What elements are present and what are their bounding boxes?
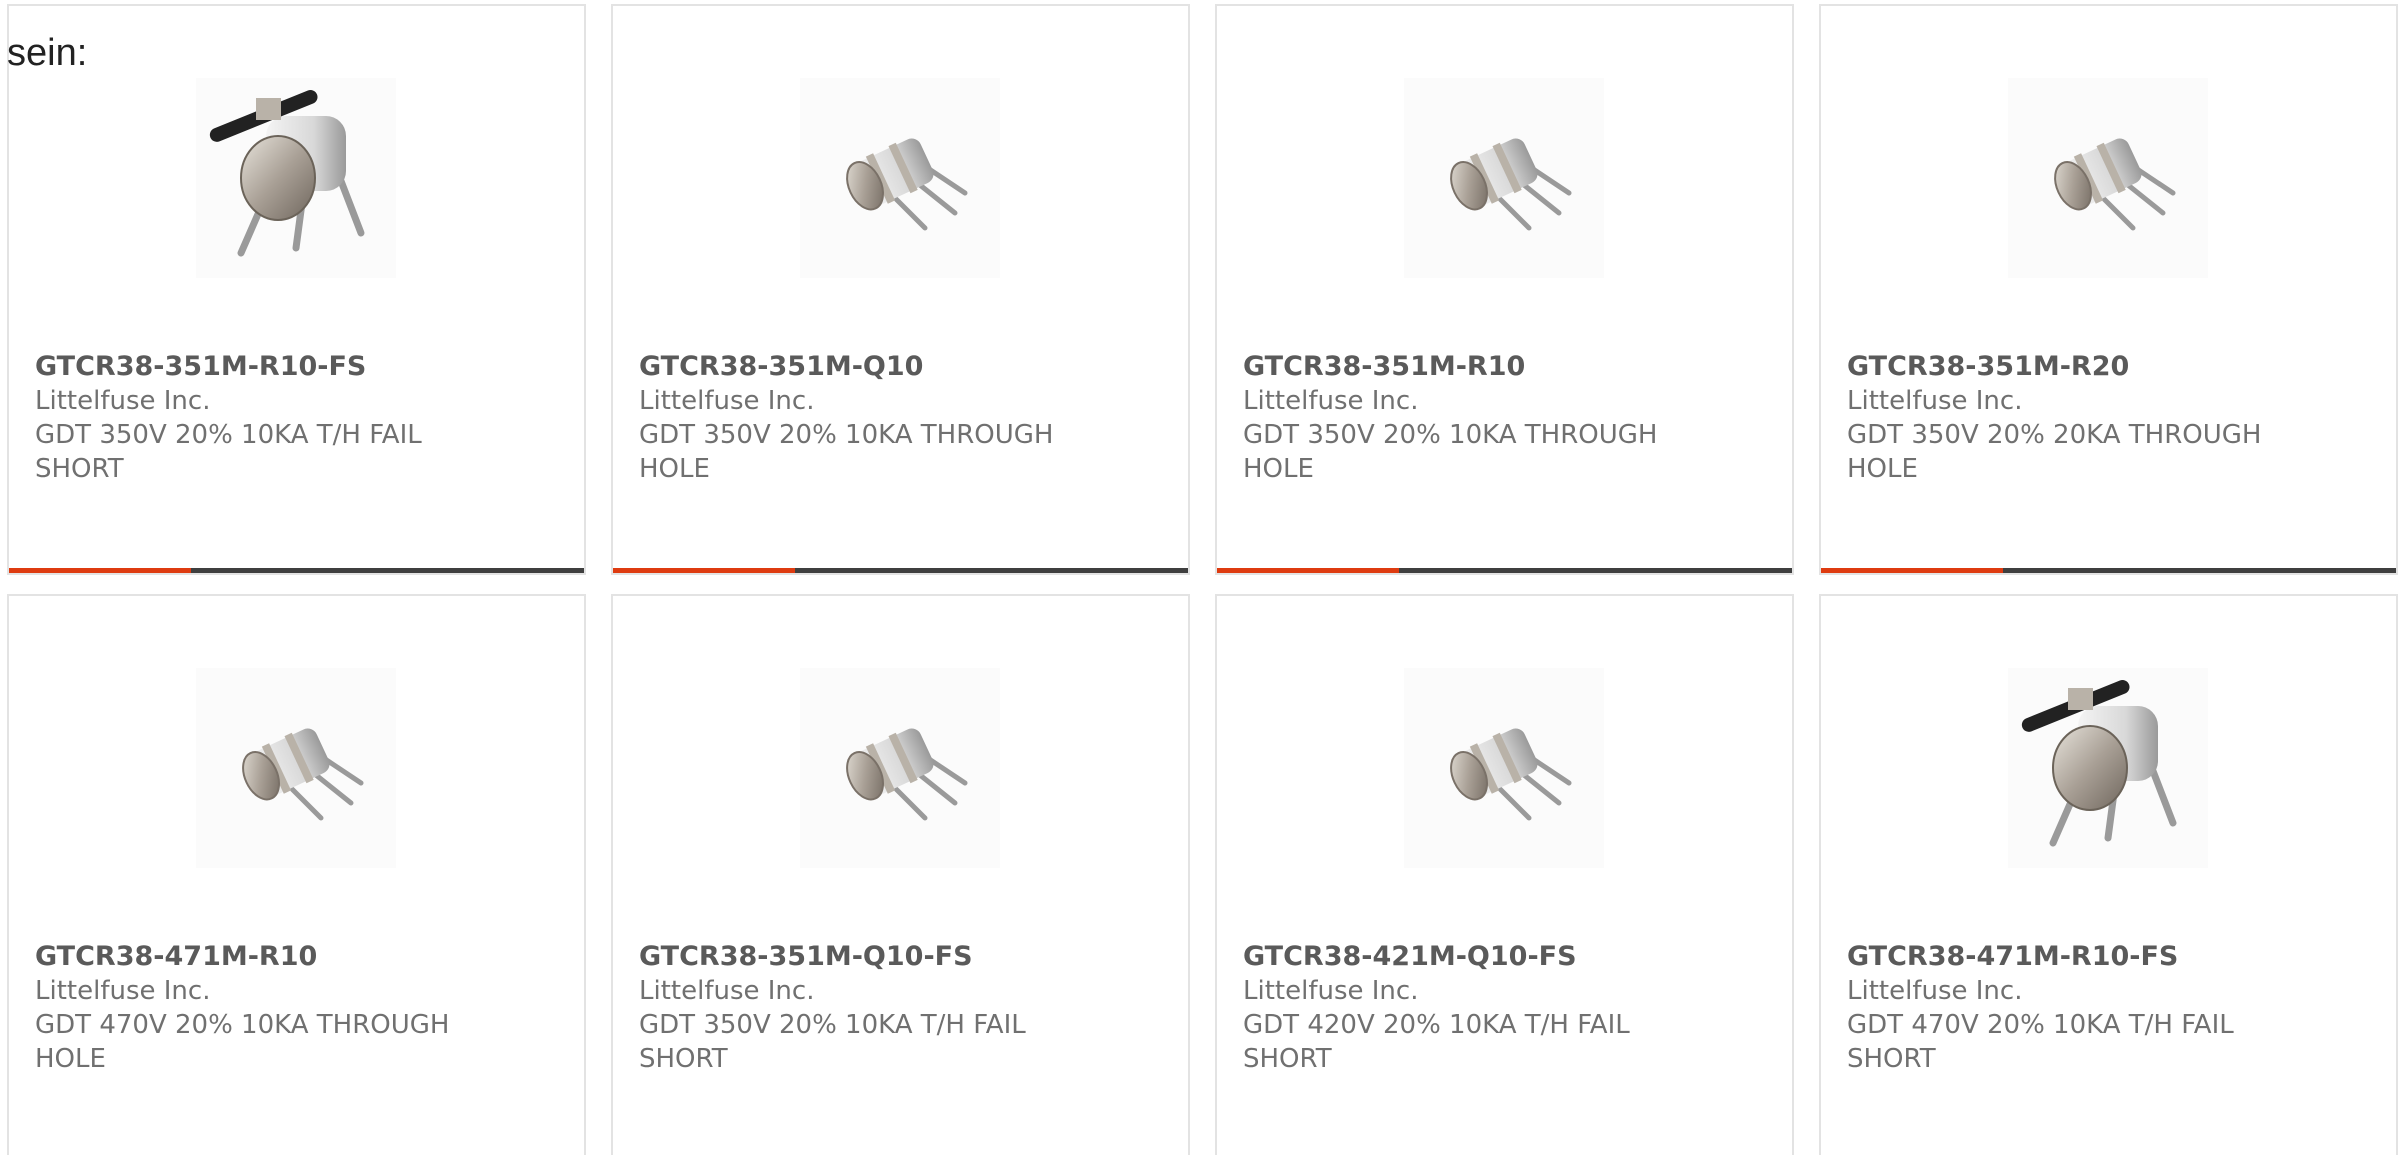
product-card[interactable]: GTCR38-471M-R10-FS Littelfuse Inc. GDT 4… [1819,594,2398,1155]
manufacturer: Littelfuse Inc. [1847,386,2023,416]
card-bottom-bar [1217,568,1792,573]
part-number-link[interactable]: GTCR38-471M-R10 [35,940,455,974]
description-line-1: GDT 470V 20% 10KA THROUGH [35,1010,450,1040]
product-card[interactable]: GTCR38-471M-R10 Littelfuse Inc. GDT 470V… [7,594,586,1155]
description-line-2: SHORT [639,1044,728,1074]
card-accent [1821,568,2003,573]
card-bottom-bar [1821,568,2396,573]
description-line-1: GDT 470V 20% 10KA T/H FAIL [1847,1010,2234,1040]
part-number-link[interactable]: GTCR38-351M-R10 [1243,350,1663,384]
product-card[interactable]: GTCR38-351M-R10 Littelfuse Inc. GDT 350V… [1215,4,1794,575]
description-line-2: HOLE [35,1044,106,1074]
intro-text: sein: [7,32,88,74]
product-text: GTCR38-351M-R10 Littelfuse Inc. GDT 350V… [1243,350,1663,486]
description-line-2: HOLE [1243,454,1314,484]
gdt-image[interactable] [196,668,396,868]
part-number-link[interactable]: GTCR38-421M-Q10-FS [1243,940,1663,974]
description-line-1: GDT 420V 20% 10KA T/H FAIL [1243,1010,1630,1040]
gdt-image[interactable] [800,668,1000,868]
part-number-link[interactable]: GTCR38-351M-Q10-FS [639,940,1059,974]
manufacturer: Littelfuse Inc. [639,386,815,416]
description-line-2: SHORT [1243,1044,1332,1074]
gdt-image[interactable] [2008,78,2208,278]
gdt-image[interactable] [1404,668,1604,868]
product-text: GTCR38-351M-R10-FS Littelfuse Inc. GDT 3… [35,350,455,486]
product-card[interactable]: GTCR38-351M-R10-FS Littelfuse Inc. GDT 3… [7,4,586,575]
part-number-link[interactable]: GTCR38-351M-R20 [1847,350,2267,384]
manufacturer: Littelfuse Inc. [1847,976,2023,1006]
card-accent [1217,568,1399,573]
product-text: GTCR38-471M-R10-FS Littelfuse Inc. GDT 4… [1847,940,2267,1076]
gdt-image[interactable] [800,78,1000,278]
product-grid-page: sein: GTCR38-351M-R10-FS Littelfuse Inc.… [0,0,2400,1155]
description-line-1: GDT 350V 20% 20KA THROUGH [1847,420,2262,450]
product-card[interactable]: GTCR38-351M-Q10-FS Littelfuse Inc. GDT 3… [611,594,1190,1155]
gdt-fail-short-image[interactable] [196,78,396,278]
product-card[interactable]: GTCR38-351M-R20 Littelfuse Inc. GDT 350V… [1819,4,2398,575]
manufacturer: Littelfuse Inc. [1243,976,1419,1006]
product-text: GTCR38-421M-Q10-FS Littelfuse Inc. GDT 4… [1243,940,1663,1076]
product-text: GTCR38-471M-R10 Littelfuse Inc. GDT 470V… [35,940,455,1076]
product-card[interactable]: GTCR38-351M-Q10 Littelfuse Inc. GDT 350V… [611,4,1190,575]
description-line-2: HOLE [639,454,710,484]
card-accent [9,568,191,573]
product-text: GTCR38-351M-Q10 Littelfuse Inc. GDT 350V… [639,350,1059,486]
part-number-link[interactable]: GTCR38-351M-R10-FS [35,350,455,384]
description-line-1: GDT 350V 20% 10KA THROUGH [639,420,1054,450]
description-line-1: GDT 350V 20% 10KA T/H FAIL [639,1010,1026,1040]
product-text: GTCR38-351M-Q10-FS Littelfuse Inc. GDT 3… [639,940,1059,1076]
manufacturer: Littelfuse Inc. [35,976,211,1006]
description-line-2: SHORT [35,454,124,484]
gdt-image[interactable] [1404,78,1604,278]
card-bottom-bar [9,568,584,573]
card-accent [613,568,795,573]
description-line-2: HOLE [1847,454,1918,484]
description-line-1: GDT 350V 20% 10KA THROUGH [1243,420,1658,450]
manufacturer: Littelfuse Inc. [639,976,815,1006]
part-number-link[interactable]: GTCR38-351M-Q10 [639,350,1059,384]
description-line-1: GDT 350V 20% 10KA T/H FAIL [35,420,422,450]
manufacturer: Littelfuse Inc. [1243,386,1419,416]
manufacturer: Littelfuse Inc. [35,386,211,416]
product-card[interactable]: GTCR38-421M-Q10-FS Littelfuse Inc. GDT 4… [1215,594,1794,1155]
gdt-fail-short-image[interactable] [2008,668,2208,868]
description-line-2: SHORT [1847,1044,1936,1074]
part-number-link[interactable]: GTCR38-471M-R10-FS [1847,940,2267,974]
card-bottom-bar [613,568,1188,573]
product-text: GTCR38-351M-R20 Littelfuse Inc. GDT 350V… [1847,350,2267,486]
